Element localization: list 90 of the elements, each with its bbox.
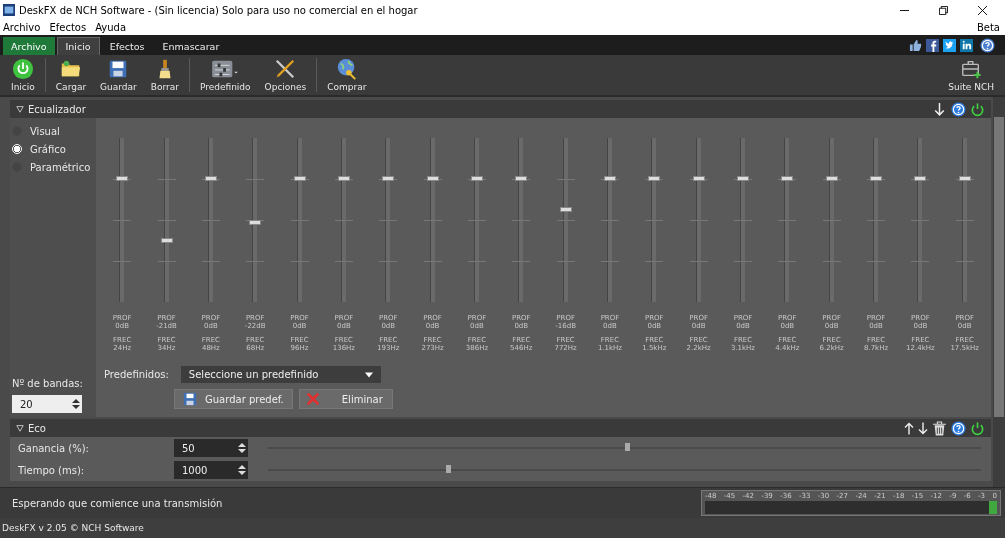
linkedin-icon[interactable]	[960, 39, 973, 52]
toolbar-button[interactable]: Cargar	[48, 55, 94, 95]
toolbar-button[interactable]: Inicio	[4, 55, 42, 95]
menu-item[interactable]: Efectos	[49, 22, 87, 33]
preset-dropdown[interactable]: Seleccione un predefinido	[180, 366, 381, 383]
slider-thumb[interactable]	[382, 176, 395, 181]
spin-up-icon[interactable]	[238, 464, 246, 469]
slider-thumb[interactable]	[204, 176, 217, 181]
arrow-up-icon[interactable]	[904, 420, 914, 436]
delete-button[interactable]: Eliminar	[298, 389, 393, 409]
spin-down-icon[interactable]	[72, 405, 80, 410]
ribbon-tab[interactable]: Efectos	[101, 37, 153, 55]
briefcase-icon	[960, 58, 983, 80]
window-title: DeskFX de NCH Software - (Sin licencia) Solo para uso no comercial en el hogar	[19, 4, 418, 16]
panel-title: Eco	[28, 422, 46, 434]
power-icon[interactable]	[970, 101, 985, 117]
presets-label: Predefinidos:	[104, 369, 169, 380]
restore-icon[interactable]	[939, 5, 948, 15]
slider-thumb[interactable]	[603, 176, 616, 181]
toolbar-button[interactable]: Suite NCH	[941, 55, 1001, 95]
globe-key-icon	[335, 58, 358, 80]
dropdown-arrow-icon	[364, 371, 373, 378]
save-preset-button[interactable]: Guardar predef.	[174, 389, 293, 409]
slider-thumb[interactable]	[426, 176, 439, 181]
help-icon[interactable]	[951, 101, 966, 117]
menu-item[interactable]: Archivo	[3, 22, 41, 33]
slider-thumb[interactable]	[870, 176, 882, 181]
close-icon[interactable]	[978, 5, 987, 15]
version-text: DeskFX v 2.05 © NCH Software	[2, 523, 144, 533]
slider-thumb[interactable]	[914, 176, 927, 181]
slider-thumb[interactable]	[648, 176, 661, 181]
slider-thumb[interactable]	[446, 465, 452, 473]
spin-up-icon[interactable]	[238, 442, 246, 447]
app-icon	[3, 4, 15, 16]
toolbar-button[interactable]: Opciones	[257, 55, 314, 95]
slider-thumb[interactable]	[249, 220, 262, 226]
thumbs-up-icon[interactable]	[909, 39, 922, 52]
slider-thumb[interactable]	[470, 176, 483, 181]
toolbar-button[interactable]: Comprar	[320, 55, 374, 95]
peak-indicator	[989, 501, 997, 514]
bands-spinner[interactable]: 20	[12, 395, 82, 413]
ribbon-tab[interactable]: Inicio	[56, 37, 100, 55]
twitter-icon[interactable]	[943, 39, 956, 52]
param-label: Tiempo (ms):	[18, 464, 86, 476]
slider-thumb[interactable]	[692, 176, 705, 181]
bands-label: Nº de bandas:	[12, 378, 84, 389]
collapse-icon[interactable]	[16, 105, 24, 113]
scrollbar[interactable]	[993, 97, 1005, 487]
slider-thumb[interactable]	[737, 176, 749, 181]
tools-icon	[274, 58, 297, 80]
toolbar-button[interactable]: Guardar	[93, 55, 144, 95]
ribbon-tab[interactable]: Enmascarar	[154, 37, 228, 55]
slider-thumb[interactable]	[337, 176, 350, 181]
slider-thumb[interactable]	[781, 176, 794, 181]
radio-label: Visual	[30, 125, 60, 137]
trash-icon[interactable]	[932, 420, 947, 436]
power-icon	[11, 58, 34, 80]
value-spinner[interactable]: 1000	[174, 461, 248, 479]
ribbon-tab[interactable]: Archivo	[3, 37, 55, 55]
value-spinner[interactable]: 50	[174, 439, 248, 457]
slider-thumb[interactable]	[160, 238, 173, 244]
param-label: Ganancia (%):	[18, 442, 90, 454]
slider-thumb[interactable]	[116, 176, 129, 181]
beta-label: Beta	[976, 22, 1001, 33]
arrow-down-icon[interactable]	[918, 420, 928, 436]
slider-thumb[interactable]	[825, 176, 838, 181]
collapse-icon[interactable]	[16, 424, 24, 432]
slider-thumb[interactable]	[624, 443, 630, 451]
slider-thumb[interactable]	[293, 176, 306, 181]
sliders-icon	[211, 58, 240, 80]
menu-item[interactable]: Ayuda	[95, 22, 127, 33]
radio-label: Paramétrico	[30, 161, 91, 173]
toolbar-button[interactable]: Predefinido	[192, 55, 258, 95]
arrow-down-icon[interactable]	[932, 101, 947, 117]
slider-thumb[interactable]	[515, 176, 528, 181]
help-icon[interactable]	[980, 38, 995, 53]
help-icon[interactable]	[951, 420, 966, 436]
spin-down-icon[interactable]	[238, 471, 246, 476]
spin-down-icon[interactable]	[238, 449, 246, 454]
radio-label: Gráfico	[30, 143, 66, 155]
slider-thumb[interactable]	[958, 176, 971, 181]
delete-x-icon	[305, 392, 320, 406]
power-icon[interactable]	[970, 420, 985, 436]
save-icon	[183, 392, 197, 406]
toolbar-button[interactable]: Borrar	[143, 55, 186, 95]
spin-up-icon[interactable]	[72, 398, 80, 403]
facebook-icon[interactable]	[926, 39, 939, 52]
slider-thumb[interactable]	[559, 207, 572, 213]
status-text: Esperando que comience una transmisión	[12, 497, 223, 509]
panel-title: Ecualizador	[28, 103, 86, 115]
